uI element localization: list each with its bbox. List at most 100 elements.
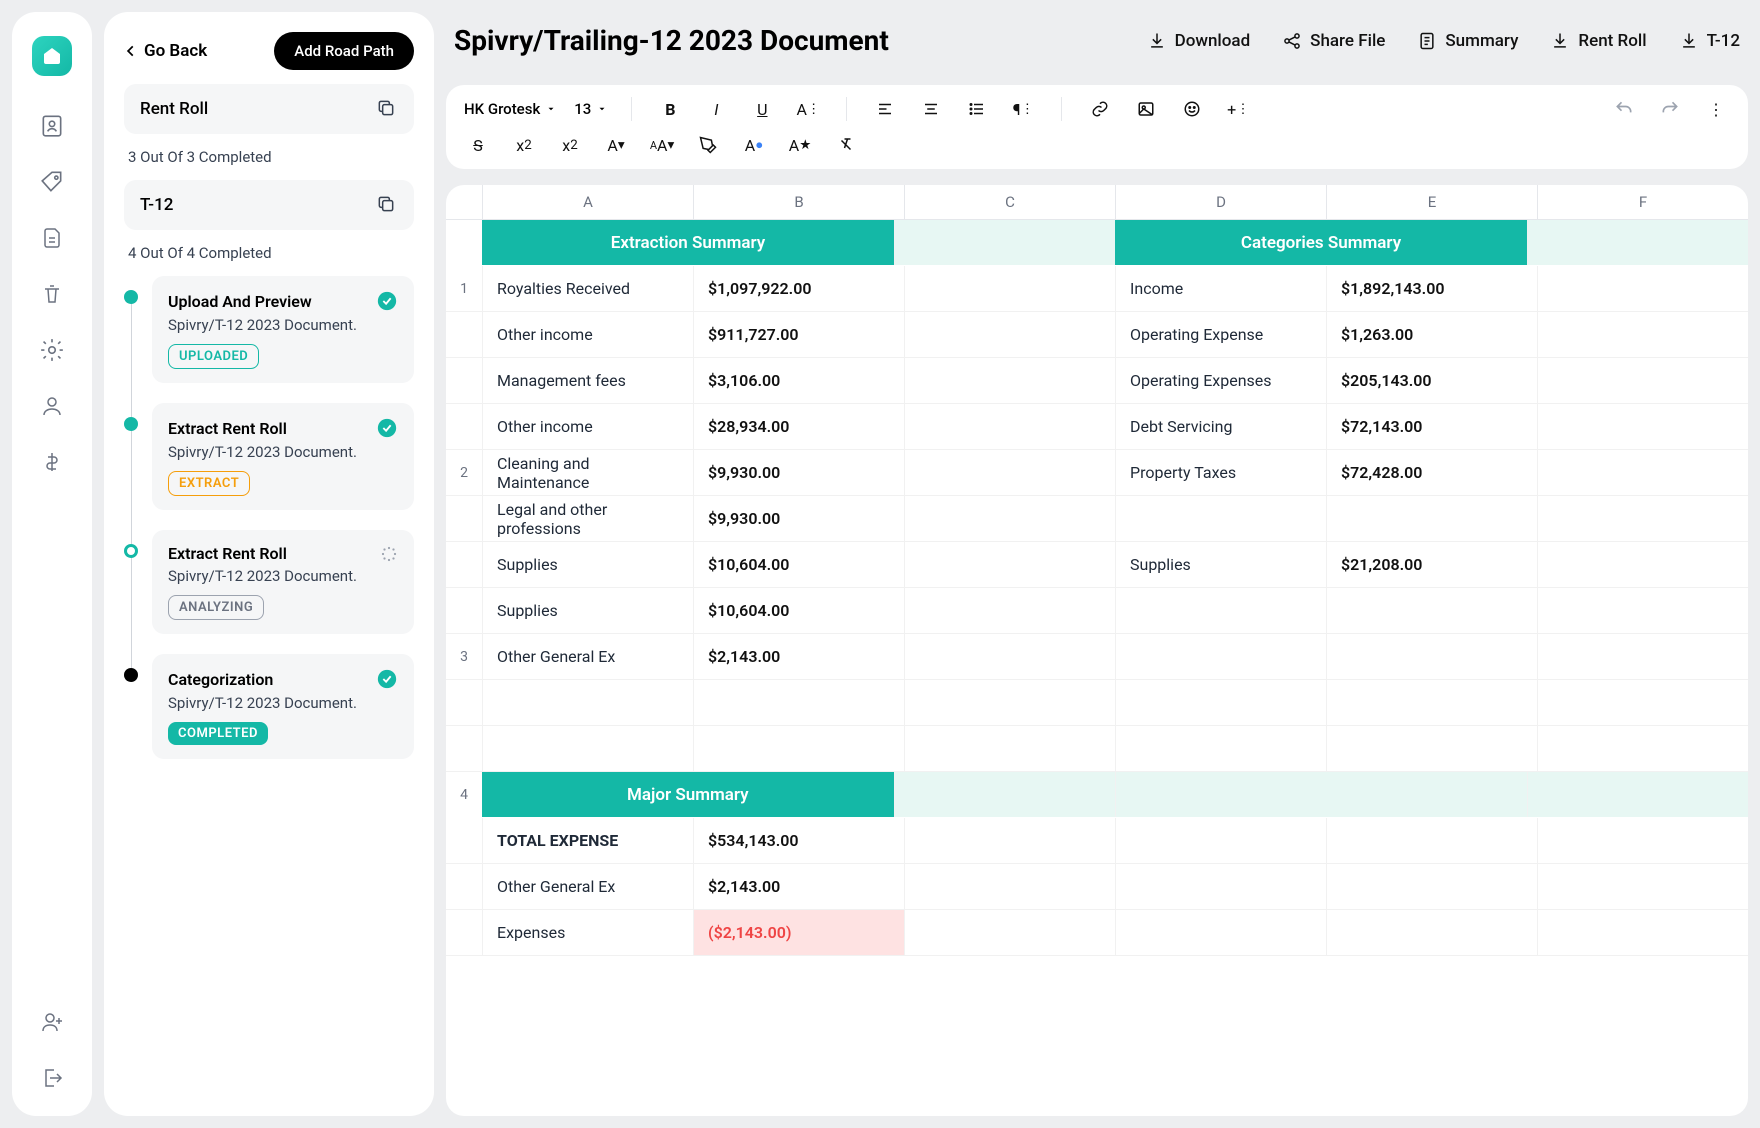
cell[interactable] [904,496,1115,541]
col-header[interactable]: A [482,185,693,219]
paragraph-icon[interactable]: ¶⋮ [1009,95,1037,123]
cell[interactable] [1326,588,1537,633]
cell[interactable]: Cleaning and Maintenance [482,450,693,495]
redo-icon[interactable] [1656,95,1684,123]
text-bg-icon[interactable]: A★ [786,131,814,159]
link-icon[interactable] [1086,95,1114,123]
col-header[interactable]: B [693,185,904,219]
cell[interactable] [1537,358,1748,403]
strikethrough-icon[interactable]: S [464,131,492,159]
step-item[interactable]: Upload And Preview Spivry/T-12 2023 Docu… [124,276,414,403]
cell[interactable]: $2,143.00 [693,634,904,679]
text-style-icon[interactable]: A⋮ [794,95,822,123]
italic-icon[interactable]: I [702,95,730,123]
subscript-icon[interactable]: x2 [510,131,538,159]
cell[interactable] [904,818,1115,863]
cell[interactable]: $21,208.00 [1326,542,1537,587]
cell[interactable] [1326,680,1537,725]
col-header[interactable]: E [1326,185,1537,219]
cell[interactable] [904,266,1115,311]
gear-icon[interactable] [38,336,66,364]
align-left-icon[interactable] [871,95,899,123]
add-user-icon[interactable] [38,1008,66,1036]
cell[interactable]: Other income [482,312,693,357]
font-size-select[interactable]: 13 [574,100,607,118]
cell[interactable]: Supplies [1115,542,1326,587]
tag-icon[interactable] [38,168,66,196]
cell[interactable]: Income [1115,266,1326,311]
cell[interactable] [1115,496,1326,541]
cell[interactable] [904,634,1115,679]
highlight-icon[interactable] [694,131,722,159]
cell[interactable]: Operating Expense [1115,312,1326,357]
cell[interactable] [904,588,1115,633]
step-item[interactable]: Categorization Spivry/T-12 2023 Document… [124,654,414,779]
add-icon[interactable]: +⋮ [1224,95,1252,123]
image-icon[interactable] [1132,95,1160,123]
cell[interactable] [693,680,904,725]
section-t12[interactable]: T-12 [124,180,414,230]
cell[interactable] [482,680,693,725]
download-button[interactable]: Download [1147,31,1251,51]
cell[interactable] [904,864,1115,909]
cell[interactable] [1527,772,1748,817]
cell[interactable] [904,726,1115,771]
cell[interactable]: $9,930.00 [693,496,904,541]
cell[interactable] [894,220,1115,265]
cell[interactable] [1326,910,1537,955]
cell[interactable] [1326,726,1537,771]
document-icon[interactable] [38,224,66,252]
cell[interactable]: Expenses [482,910,693,955]
cell[interactable] [1537,266,1748,311]
cell[interactable]: $534,143.00 [693,818,904,863]
user-icon[interactable] [38,392,66,420]
cell[interactable] [1537,634,1748,679]
trash-icon[interactable] [38,280,66,308]
contacts-icon[interactable] [38,112,66,140]
cell[interactable]: Debt Servicing [1115,404,1326,449]
cell[interactable] [1537,404,1748,449]
cell[interactable]: Supplies [482,542,693,587]
cell[interactable] [1537,726,1748,771]
copy-icon[interactable] [376,98,398,120]
cell[interactable] [1537,910,1748,955]
cell[interactable]: $2,143.00 [693,864,904,909]
cell[interactable] [1326,864,1537,909]
cell[interactable]: $72,143.00 [1326,404,1537,449]
cell[interactable] [904,910,1115,955]
cell[interactable]: TOTAL EXPENSE [482,818,693,863]
cell[interactable]: Royalties Received [482,266,693,311]
cell[interactable] [1527,220,1748,265]
dollar-icon[interactable] [38,448,66,476]
cell[interactable]: $10,604.00 [693,588,904,633]
cell[interactable]: Other income [482,404,693,449]
cell[interactable]: $1,097,922.00 [693,266,904,311]
cell[interactable]: $10,604.00 [693,542,904,587]
cell[interactable]: Management fees [482,358,693,403]
undo-icon[interactable] [1610,95,1638,123]
cell[interactable] [1326,496,1537,541]
go-back-button[interactable]: Go Back [124,41,207,61]
cell[interactable] [904,542,1115,587]
cell[interactable] [1326,818,1537,863]
add-road-path-button[interactable]: Add Road Path [274,32,414,70]
text-color-icon[interactable]: A● [740,131,768,159]
cell[interactable]: Supplies [482,588,693,633]
cell[interactable] [1115,588,1326,633]
cell[interactable] [1326,634,1537,679]
cell[interactable]: ($2,143.00) [693,910,904,955]
cell[interactable] [904,450,1115,495]
cell[interactable]: Other General Ex [482,634,693,679]
cell[interactable] [482,726,693,771]
rentroll-button[interactable]: Rent Roll [1550,31,1646,51]
t12-button[interactable]: T-12 [1679,31,1740,51]
cell[interactable] [1115,910,1326,955]
font-size-icon[interactable]: AA▾ [648,131,676,159]
cell[interactable] [904,358,1115,403]
cell[interactable]: Legal and other professions [482,496,693,541]
step-item[interactable]: Extract Rent Roll Spivry/T-12 2023 Docum… [124,403,414,530]
cell[interactable] [1115,634,1326,679]
cell[interactable]: Property Taxes [1115,450,1326,495]
cell[interactable] [1537,312,1748,357]
list-icon[interactable] [963,95,991,123]
